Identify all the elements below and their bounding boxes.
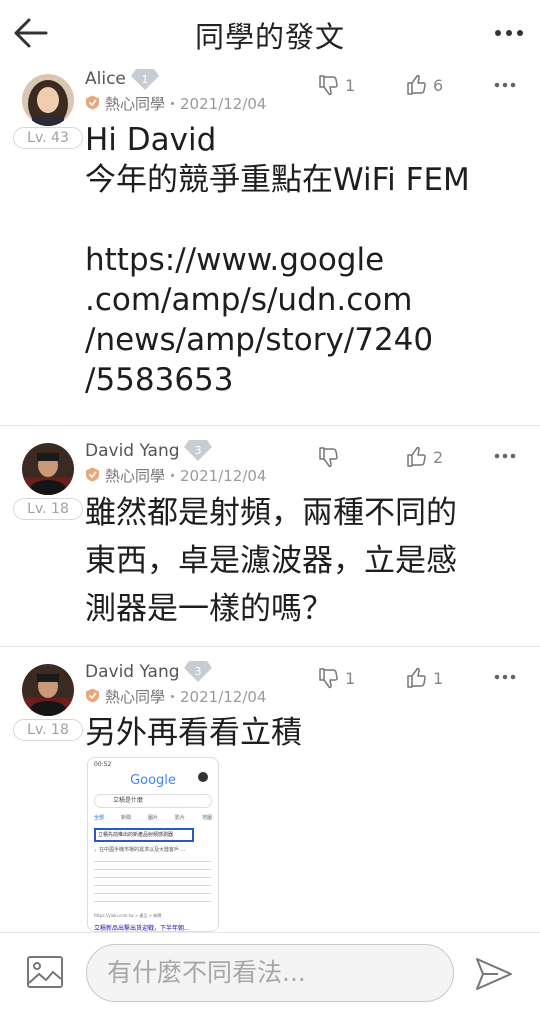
post-date: ・2021/12/04 bbox=[165, 95, 267, 113]
thumbs-down-icon bbox=[319, 668, 338, 689]
content-link[interactable]: .com/amp/s/udn.com bbox=[85, 280, 525, 320]
thumb-tabs: 全部 新聞 圖片 影片 地圖 bbox=[94, 814, 212, 821]
thumb-tab: 影片 bbox=[174, 815, 185, 821]
post-meta: 熱心同學・2021/12/04 bbox=[105, 93, 266, 114]
author-name[interactable]: David Yang bbox=[85, 662, 180, 682]
diamond-medal-icon: 1 bbox=[131, 69, 159, 90]
attached-image[interactable]: 00:52 Google 立積是什麼 全部 新聞 圖片 影片 地圖 立積先前推出… bbox=[87, 757, 219, 932]
author-name[interactable]: Alice bbox=[85, 69, 126, 89]
content-line: Hi David bbox=[85, 122, 217, 158]
helper-badge-icon bbox=[86, 688, 99, 703]
thumb-tab: 新聞 bbox=[120, 815, 131, 821]
header-bar: 同學的發文 bbox=[0, 0, 540, 66]
like-button[interactable]: 2 bbox=[405, 445, 443, 469]
author-role: 熱心同學 bbox=[105, 95, 166, 113]
thumbs-up-icon bbox=[407, 446, 426, 467]
thumb-highlight: 立積先前推出的新產品射頻感測器 bbox=[94, 828, 194, 842]
thumb-tab: 地圖 bbox=[201, 815, 212, 821]
dislike-button[interactable]: 1 bbox=[317, 666, 355, 690]
image-upload-icon[interactable] bbox=[26, 955, 64, 989]
level-badge: Lv. 18 bbox=[13, 719, 83, 741]
like-count: 2 bbox=[433, 447, 444, 467]
content-link[interactable]: /5583653 bbox=[85, 360, 525, 400]
avatar[interactable] bbox=[22, 443, 74, 495]
content-line: 今年的競爭重點在WiFi FEM bbox=[85, 162, 470, 198]
author-name[interactable]: David Yang bbox=[85, 441, 180, 461]
post-menu-icon[interactable] bbox=[494, 672, 516, 682]
content-line: 雖然都是射頻，兩種不同的 bbox=[85, 495, 457, 531]
like-count: 1 bbox=[433, 668, 444, 688]
more-options-icon[interactable] bbox=[494, 20, 524, 46]
comment-input[interactable]: 有什麼不同看法... bbox=[86, 944, 454, 1002]
thumb-source: https://yiaki.com.tw > 產品 > 新聞 bbox=[94, 913, 162, 918]
thumb-tab: 全部 bbox=[94, 815, 105, 821]
content-link[interactable]: https://www.google bbox=[85, 240, 525, 280]
like-count: 6 bbox=[433, 75, 444, 95]
thumbs-down-icon bbox=[319, 447, 338, 468]
thumb-avatar bbox=[198, 772, 208, 782]
content-link[interactable]: /news/amp/story/7240 bbox=[85, 320, 525, 360]
diamond-medal-icon: 3 bbox=[184, 440, 212, 461]
thumb-search-box: 立積是什麼 bbox=[94, 794, 212, 808]
dislike-count: 1 bbox=[345, 668, 356, 688]
thumb-text-lines bbox=[94, 856, 212, 906]
post-item: Lv. 18 David Yang 3 熱心同學・2021/12/04 1 1 … bbox=[0, 647, 540, 932]
page-title: 同學的發文 bbox=[194, 20, 345, 54]
post-item: Lv. 18 David Yang 3 熱心同學・2021/12/04 2 雖然… bbox=[0, 426, 540, 647]
post-meta: 熱心同學・2021/12/04 bbox=[105, 465, 266, 486]
post-menu-icon[interactable] bbox=[494, 451, 516, 461]
post-date: ・2021/12/04 bbox=[165, 688, 267, 706]
post-content: 另外再看看立積 bbox=[85, 709, 525, 757]
like-button[interactable]: 6 bbox=[405, 73, 443, 97]
content-line: 測器是一樣的嗎？ bbox=[85, 591, 333, 627]
thumbs-down-icon bbox=[319, 75, 338, 96]
level-badge: Lv. 43 bbox=[13, 127, 83, 149]
post-item: Lv. 43 Alice 1 熱心同學・2021/12/04 1 6 Hi Da… bbox=[0, 66, 540, 426]
thumb-time: 00:52 bbox=[94, 761, 112, 768]
like-button[interactable]: 1 bbox=[405, 666, 443, 690]
comment-composer: 有什麼不同看法... bbox=[0, 932, 540, 1009]
svg-text:3: 3 bbox=[195, 665, 202, 678]
content-line: 另外再看看立積 bbox=[85, 715, 302, 751]
thumbs-up-icon bbox=[407, 667, 426, 688]
thumb-snippet: ，在中國手機市場的需求以及大陸客戶 ... bbox=[94, 847, 186, 853]
author-role: 熱心同學 bbox=[105, 467, 166, 485]
send-icon[interactable] bbox=[474, 956, 514, 992]
level-badge: Lv. 18 bbox=[13, 498, 83, 520]
author-role: 熱心同學 bbox=[105, 688, 166, 706]
thumbs-up-icon bbox=[407, 74, 426, 95]
post-menu-icon[interactable] bbox=[494, 80, 516, 90]
dislike-button[interactable] bbox=[317, 445, 345, 469]
content-line: 東西，卓是濾波器，立是感 bbox=[85, 543, 457, 579]
svg-text:3: 3 bbox=[195, 444, 202, 457]
post-content: 雖然都是射頻，兩種不同的 東西，卓是濾波器，立是感 測器是一樣的嗎？ bbox=[85, 489, 525, 633]
dislike-count: 1 bbox=[345, 75, 356, 95]
thumb-tab: 圖片 bbox=[147, 815, 158, 821]
thumb-link: 立積新品出擊出貨迎戰，下半年朝... bbox=[94, 925, 190, 932]
helper-badge-icon bbox=[86, 467, 99, 482]
post-meta: 熱心同學・2021/12/04 bbox=[105, 686, 266, 707]
avatar[interactable] bbox=[22, 664, 74, 716]
post-date: ・2021/12/04 bbox=[165, 467, 267, 485]
svg-text:1: 1 bbox=[142, 73, 149, 86]
thumb-query: 立積是什麼 bbox=[113, 797, 144, 804]
dislike-button[interactable]: 1 bbox=[317, 73, 355, 97]
helper-badge-icon bbox=[86, 95, 99, 110]
post-content: Hi David 今年的競爭重點在WiFi FEM https://www.go… bbox=[85, 120, 525, 400]
diamond-medal-icon: 3 bbox=[184, 661, 212, 682]
avatar[interactable] bbox=[22, 74, 74, 126]
